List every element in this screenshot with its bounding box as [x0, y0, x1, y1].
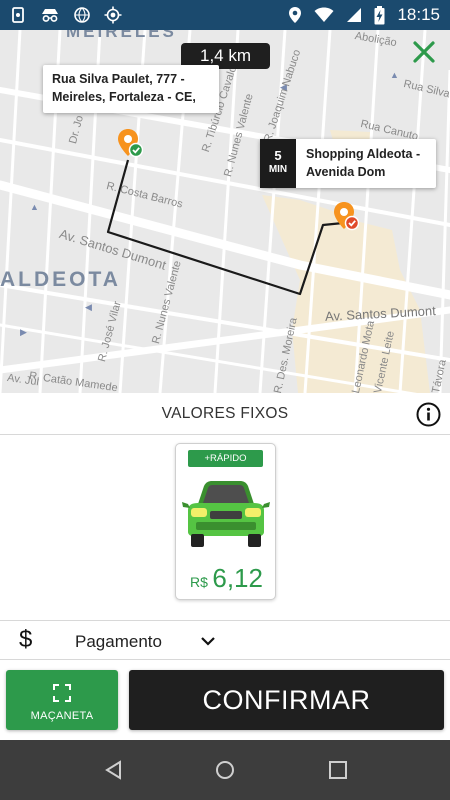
destination-pin-icon[interactable]	[333, 201, 359, 235]
macaneta-button[interactable]: MAÇANETA	[6, 670, 118, 730]
panel-header: VALORES FIXOS	[0, 393, 450, 435]
origin-address-card[interactable]: Rua Silva Paulet, 777 - Meireles, Fortal…	[43, 65, 219, 113]
confirm-button[interactable]: CONFIRMAR	[129, 670, 444, 730]
ride-option-card[interactable]: +RÁPIDO R$ 6,12	[175, 443, 276, 600]
origin-pin-icon[interactable]	[117, 128, 143, 162]
status-bar: 18:15	[0, 0, 450, 30]
location-icon	[289, 7, 302, 23]
scan-frame-icon	[53, 684, 71, 702]
panel-title: VALORES FIXOS	[161, 405, 289, 422]
macaneta-label: MAÇANETA	[30, 710, 94, 722]
district-aldeota: ALDEOTA	[0, 268, 121, 291]
svg-text:▲: ▲	[390, 70, 399, 80]
eta-box: 5 MIN	[260, 139, 296, 188]
clock: 18:15	[397, 5, 440, 24]
svg-text:▶: ▶	[20, 327, 27, 337]
screen-mirror-icon	[12, 7, 24, 23]
price-currency: R$	[190, 574, 208, 590]
origin-address: Rua Silva Paulet, 777 - Meireles, Fortal…	[52, 72, 196, 104]
android-nav-bar	[0, 740, 450, 800]
price-value: 6,12	[212, 563, 263, 593]
price: R$ 6,12	[176, 563, 277, 594]
svg-text:◀: ◀	[85, 302, 92, 312]
car-icon	[182, 481, 270, 547]
back-icon[interactable]	[103, 759, 125, 781]
payment-selector[interactable]: $ Pagamento	[0, 620, 450, 660]
payment-label: Pagamento	[75, 632, 162, 651]
globe-icon	[74, 7, 90, 23]
battery-charging-icon	[374, 5, 385, 24]
recents-icon[interactable]	[327, 759, 349, 781]
svg-text:▲: ▲	[30, 202, 39, 212]
chevron-down-icon[interactable]	[200, 634, 216, 648]
eta-unit: MIN	[268, 164, 288, 175]
close-icon[interactable]	[410, 38, 438, 66]
incognito-icon	[42, 9, 58, 22]
wifi-icon	[314, 7, 334, 22]
district-meireles: MEIRELES	[66, 30, 177, 41]
home-icon[interactable]	[214, 759, 236, 781]
destination-name: Shopping Aldeota - Avenida Dom	[306, 147, 421, 179]
gps-icon	[104, 6, 122, 24]
destination-card[interactable]: 5 MIN Shopping Aldeota - Avenida Dom	[260, 139, 436, 188]
eta-value: 5	[274, 148, 282, 163]
signal-icon	[347, 8, 362, 22]
map-view[interactable]: ▲ ◀ ◀ ▲ ▶ MEIRELES ALDEOTA Av. Santos Dumont…	[0, 30, 450, 393]
fast-badge: +RÁPIDO	[188, 450, 263, 467]
info-icon[interactable]	[416, 402, 441, 427]
dollar-icon: $	[19, 626, 33, 653]
